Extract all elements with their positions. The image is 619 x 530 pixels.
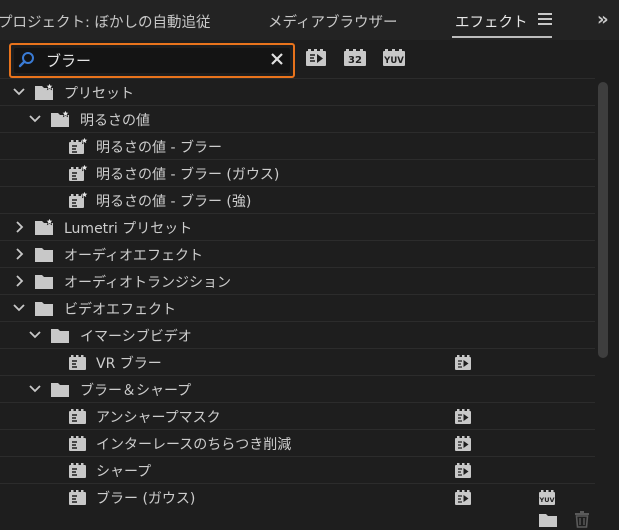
chevron-down-icon[interactable] <box>28 112 42 126</box>
panel-footer <box>0 508 619 530</box>
tree-row[interactable]: 明るさの値 - ブラー (ガウス) <box>0 159 595 187</box>
effect-icon <box>69 436 86 451</box>
tree-row-label: VR ブラー <box>96 356 162 372</box>
folder-icon <box>35 248 53 262</box>
tree-row[interactable]: オーディオエフェクト <box>0 240 595 268</box>
search-box <box>9 43 295 78</box>
yuv-badge-icon: YUV <box>538 490 555 505</box>
tree-row-label: アンシャープマスク <box>96 410 221 426</box>
accelerated-badge-icon <box>455 436 471 451</box>
tree-row-label: ビデオエフェクト <box>64 302 176 318</box>
32bit-label: 32 <box>348 55 362 66</box>
tree-row-label: ブラー＆シャープ <box>80 383 192 399</box>
svg-text:YUV: YUV <box>538 496 554 504</box>
tree-row-label: イマーシブビデオ <box>80 329 192 345</box>
accelerated-badge-icon <box>455 355 471 370</box>
tree-row-label: オーディオトランジション <box>64 275 232 291</box>
tree-row-label: 明るさの値 - ブラー (ガウス) <box>96 167 280 183</box>
tree-row[interactable]: Lumetri プリセット <box>0 213 595 241</box>
clear-search-icon[interactable] <box>268 50 286 68</box>
preset-effect-icon <box>69 137 88 154</box>
tree-row[interactable]: ブラー (ガウス) YUV <box>0 483 595 510</box>
tree-row-label: ブラー (ガウス) <box>96 491 196 507</box>
chevron-right-icon[interactable] <box>12 274 26 288</box>
chevron-right-icon[interactable] <box>12 220 26 234</box>
tree-row-label: プリセット <box>64 86 134 102</box>
effects-tree: プリセット明るさの値明るさの値 - ブラー明るさの値 - ブラー (ガウス) 明る… <box>0 78 619 510</box>
folder-icon <box>51 383 69 397</box>
panel-tab-bar: プロジェクト: ぼかしの自動追従 メディアブラウザー エフェクト » <box>0 0 619 40</box>
scrollbar-thumb[interactable] <box>598 82 608 358</box>
yuv-label: YUV <box>383 56 404 66</box>
tab-media-browser[interactable]: メディアブラウザー <box>268 11 397 32</box>
tree-row[interactable]: 明るさの値 - ブラー (強) <box>0 186 595 214</box>
search-field-bg <box>14 48 290 73</box>
accelerated-badge-icon <box>455 409 471 424</box>
preset-folder-icon <box>35 83 54 100</box>
tree-row-label: Lumetri プリセット <box>64 221 193 237</box>
preset-effect-icon <box>69 191 88 208</box>
folder-icon <box>35 275 53 289</box>
chevron-down-icon[interactable] <box>28 382 42 396</box>
preset-folder-icon <box>35 218 54 235</box>
tree-row[interactable]: シャープ <box>0 456 595 484</box>
chevron-right-icon[interactable] <box>12 247 26 261</box>
chevron-down-icon[interactable] <box>12 85 26 99</box>
32bit-filter-button[interactable]: 32 <box>343 49 367 67</box>
effect-icon <box>69 409 86 424</box>
tree-row[interactable]: ブラー＆シャープ <box>0 375 595 403</box>
effect-icon <box>69 463 86 478</box>
tree-row[interactable]: ビデオエフェクト <box>0 294 595 322</box>
search-icon[interactable] <box>18 51 36 69</box>
folder-icon <box>35 302 53 316</box>
yuv-filter-button[interactable]: YUV <box>382 49 406 67</box>
tree-row-label: インターレースのちらつき削減 <box>96 437 292 453</box>
tree-row-label: オーディオエフェクト <box>64 248 204 264</box>
tab-project[interactable]: プロジェクト: ぼかしの自動追従 <box>0 11 211 32</box>
tree-row-label: 明るさの値 - ブラー <box>96 140 222 156</box>
accelerated-effects-filter-button[interactable] <box>305 49 327 67</box>
tree-row-label: シャープ <box>96 464 152 480</box>
tab-effects[interactable]: エフェクト <box>455 11 528 32</box>
tree-row[interactable]: アンシャープマスク <box>0 402 595 430</box>
tree-row[interactable]: 明るさの値 - ブラー <box>0 132 595 160</box>
active-tab-indicator <box>452 36 552 38</box>
preset-folder-icon <box>51 110 70 127</box>
search-input[interactable] <box>46 49 266 71</box>
chevron-down-icon[interactable] <box>28 328 42 342</box>
tree-row[interactable]: インターレースのちらつき削減 <box>0 429 595 457</box>
tree-row-label: 明るさの値 - ブラー (強) <box>96 194 252 210</box>
folder-icon <box>51 329 69 343</box>
panel-menu-icon[interactable] <box>538 13 552 25</box>
accelerated-badge-icon <box>455 490 471 505</box>
new-folder-icon[interactable] <box>538 510 558 528</box>
effect-icon <box>69 490 86 505</box>
preset-effect-icon <box>69 164 88 181</box>
more-panels-icon[interactable]: » <box>597 9 609 30</box>
tree-row[interactable]: 明るさの値 <box>0 105 595 133</box>
trash-icon[interactable] <box>572 510 592 528</box>
tree-row[interactable]: イマーシブビデオ <box>0 321 595 349</box>
tree-row[interactable]: プリセット <box>0 78 595 106</box>
accelerated-badge-icon <box>455 463 471 478</box>
tree-row[interactable]: オーディオトランジション <box>0 267 595 295</box>
chevron-down-icon[interactable] <box>12 301 26 315</box>
tree-row-label: 明るさの値 <box>80 113 150 129</box>
tree-row[interactable]: VR ブラー <box>0 348 595 376</box>
effect-icon <box>69 355 86 370</box>
